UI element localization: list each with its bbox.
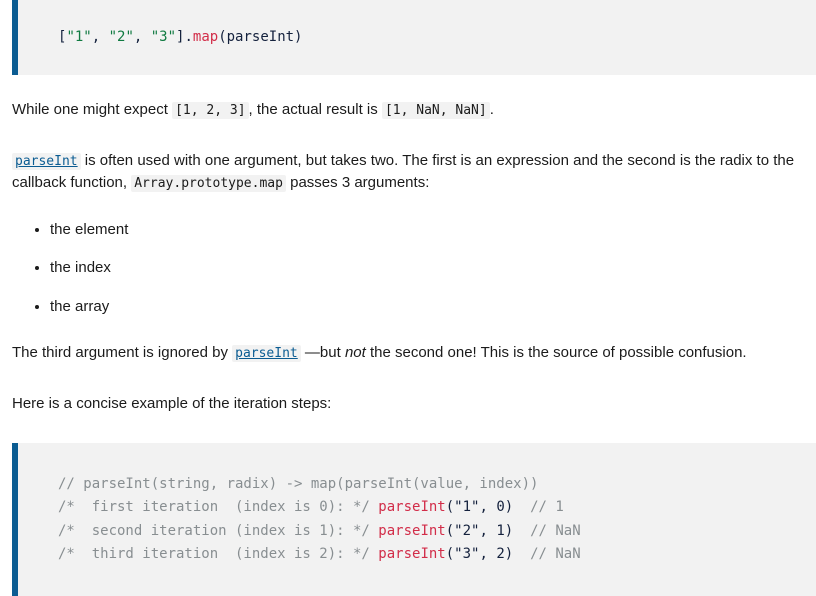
article-body: ["1", "2", "3"].map(parseInt) While one …: [0, 0, 816, 596]
paragraph-1-before: While one might expect: [12, 101, 173, 119]
list-item: the index: [50, 257, 816, 280]
code-token-fn: parseInt: [378, 545, 446, 562]
link-parseint-1[interactable]: parseInt: [12, 152, 81, 170]
code-line: /* first iteration (index is 0): */ pars…: [58, 496, 816, 519]
callback-arguments-list: the element the index the array: [0, 219, 816, 319]
code-token-plain: (: [445, 545, 455, 562]
code-line: /* third iteration (index is 2): */ pars…: [58, 543, 816, 566]
code-token-comment: // 1: [530, 499, 564, 516]
code-token-str: "3": [150, 29, 177, 45]
code-token-comment: // NaN: [530, 522, 581, 539]
paragraph-3-text-3: the second one! This is the source of po…: [365, 344, 747, 362]
code-line: /* second iteration (index is 1): */ par…: [58, 520, 816, 543]
paragraph-third-argument-ignored: The third argument is ignored by parseIn…: [0, 342, 816, 365]
code-token-num: 0: [496, 499, 505, 516]
code-token-fn: parseInt: [378, 522, 446, 539]
code-token-str: "2": [108, 29, 134, 45]
code-block-map-parseint[interactable]: ["1", "2", "3"].map(parseInt): [12, 0, 816, 76]
paragraph-1-after: .: [489, 101, 494, 119]
link-parseint-2[interactable]: parseInt: [232, 345, 301, 363]
code-token-plain: ,: [91, 29, 109, 45]
code-token-comment: /* third iteration (index is 2): */: [58, 545, 379, 562]
code-token-plain: (parseInt): [218, 29, 303, 45]
inline-code-actual-result: [1, NaN, NaN]: [381, 102, 490, 120]
list-item: the array: [50, 296, 816, 319]
paragraph-2-text-2: passes 3 arguments:: [285, 174, 430, 192]
code-token-str: "1": [66, 29, 92, 45]
paragraph-3-text-2: —but: [300, 344, 345, 362]
paragraph-3-text-1: The third argument is ignored by: [12, 344, 233, 362]
inline-code-expected-result: [1, 2, 3]: [172, 102, 249, 120]
code-token-comment: /* second iteration (index is 1): */: [58, 522, 379, 539]
code-token-num: 2: [496, 545, 505, 562]
code-token-num: 1: [496, 522, 505, 539]
code-token-plain: "2": [454, 522, 480, 539]
paragraph-concise-example-intro: Here is a concise example of the iterati…: [12, 394, 332, 412]
code-token-plain: "3": [454, 545, 480, 562]
code-token-plain: (: [445, 499, 455, 516]
code-block-iteration-steps[interactable]: // parseInt(string, radix) -> map(parseI…: [12, 443, 816, 596]
code-token-comment: /* first iteration (index is 0): */: [58, 499, 379, 516]
code-line: ["1", "2", "3"].map(parseInt): [58, 26, 816, 49]
code-token-plain: ): [504, 499, 514, 516]
inline-code-array-prototype-map: Array.prototype.map: [131, 175, 286, 193]
code-token-plain: ): [504, 545, 514, 562]
code-token-plain: ): [504, 522, 514, 539]
code-line: // parseInt(string, radix) -> map(parseI…: [58, 473, 816, 496]
emphasis-not: not: [344, 344, 366, 362]
code-token-fn: parseInt: [378, 499, 446, 516]
list-item: the element: [50, 219, 816, 242]
paragraph-parseint-arguments: parseInt is often used with one argument…: [0, 150, 816, 195]
code-token-comment: // NaN: [530, 545, 581, 562]
paragraph-1-middle: , the actual result is: [248, 101, 382, 119]
code-token-plain: (: [445, 522, 455, 539]
code-token-plain: ,: [133, 29, 151, 45]
code-token-plain: "1": [454, 499, 480, 516]
code-token-fn: map: [192, 29, 219, 45]
code-token-comment: // parseInt(string, radix) -> map(parseI…: [58, 476, 539, 493]
code-token-plain: ,: [479, 522, 497, 539]
paragraph-expected-vs-actual: While one might expect [1, 2, 3], the ac…: [0, 99, 816, 122]
code-token-plain: ,: [479, 499, 497, 516]
code-token-plain: ].: [176, 29, 193, 45]
code-token-plain: ,: [479, 545, 497, 562]
